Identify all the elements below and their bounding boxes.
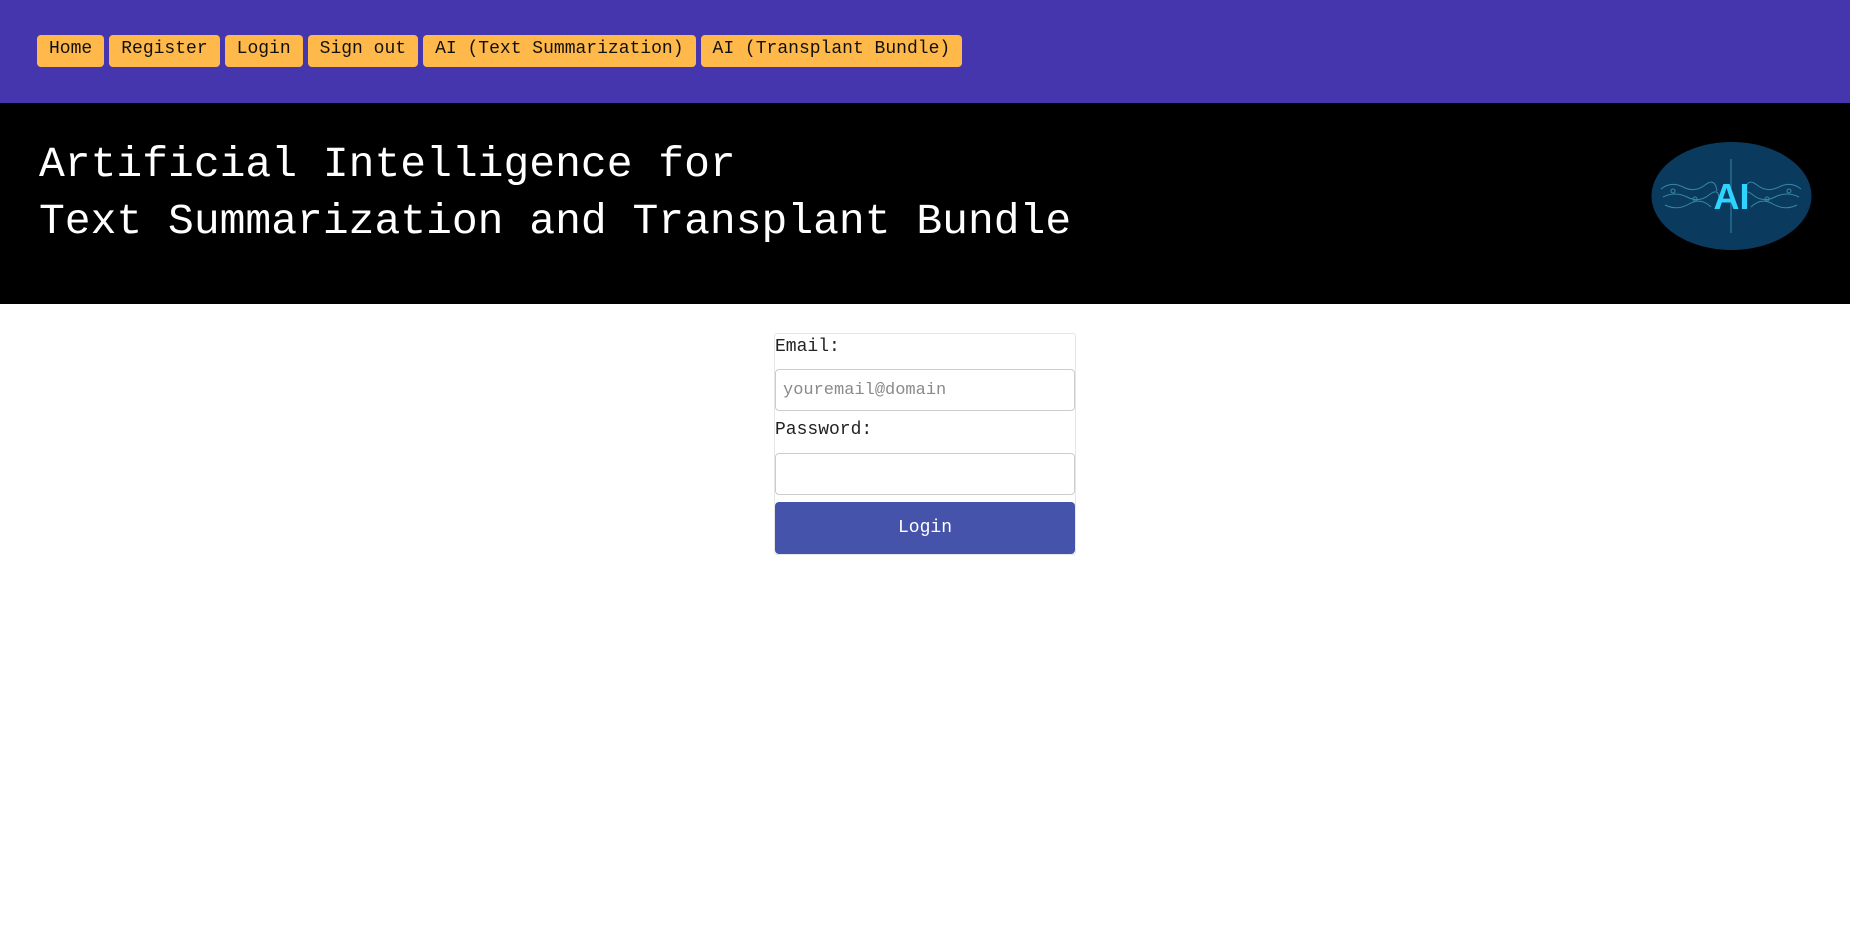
ai-brain-logo-icon: AI xyxy=(1651,142,1812,250)
login-submit-button[interactable]: Login xyxy=(775,502,1075,554)
page-title-line-2: Text Summarization and Transplant Bundle xyxy=(39,197,1072,246)
logo-text: AI xyxy=(1714,176,1750,217)
nav-ai-transplant-bundle-button[interactable]: AI (Transplant Bundle) xyxy=(700,35,963,67)
nav-ai-text-summarization-button[interactable]: AI (Text Summarization) xyxy=(423,35,696,67)
header-banner: Artificial Intelligence for Text Summari… xyxy=(0,103,1850,304)
password-field[interactable] xyxy=(775,453,1075,495)
email-field[interactable] xyxy=(775,369,1075,411)
password-label: Password: xyxy=(775,420,873,440)
page-title: Artificial Intelligence for Text Summari… xyxy=(39,136,1071,250)
login-form: Email: Password: Login xyxy=(774,333,1076,555)
nav-register-button[interactable]: Register xyxy=(109,35,220,67)
nav-home-button[interactable]: Home xyxy=(37,35,105,67)
nav-menu: Home Register Login Sign out AI (Text Su… xyxy=(37,35,963,67)
nav-login-button[interactable]: Login xyxy=(224,35,303,67)
email-label: Email: xyxy=(775,337,840,357)
page-title-line-1: Artificial Intelligence for xyxy=(39,140,736,189)
top-nav-bar: Home Register Login Sign out AI (Text Su… xyxy=(0,0,1850,103)
nav-sign-out-button[interactable]: Sign out xyxy=(307,35,419,67)
